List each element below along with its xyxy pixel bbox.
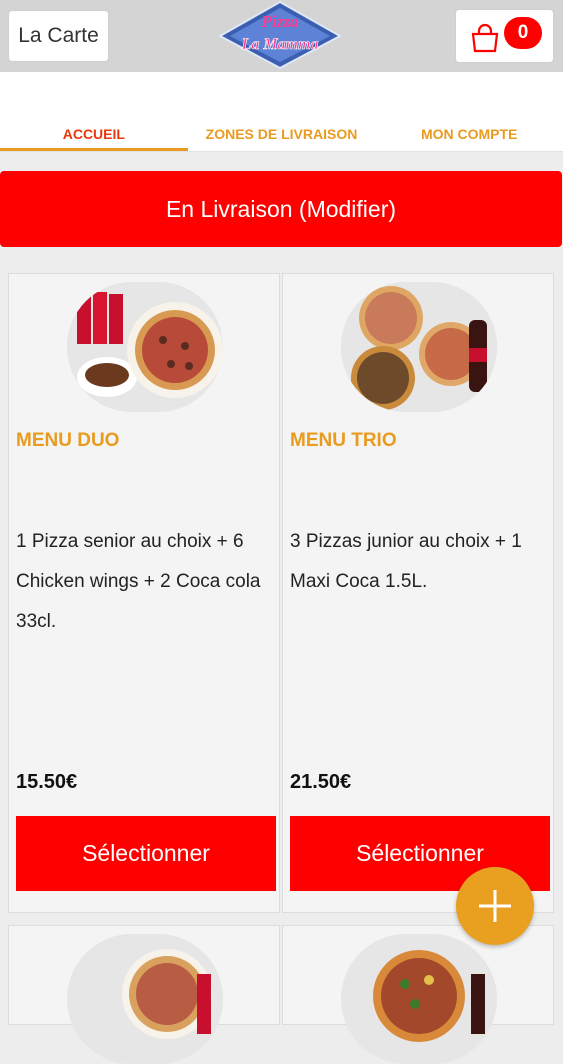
menu-la-carte-button[interactable]: La Carte — [8, 10, 109, 62]
logo-text-bottom: La Mamma — [241, 36, 319, 53]
add-floating-button[interactable] — [456, 867, 534, 945]
top-bar: La Carte Pizza La Mamma 0 — [0, 0, 563, 72]
product-image — [67, 282, 223, 412]
logo-text-top: Pizza — [261, 12, 299, 31]
tab-mon-compte[interactable]: MON COMPTE — [375, 116, 563, 151]
product-image — [341, 282, 497, 412]
product-image — [67, 934, 223, 1064]
product-card: MENU DUO 1 Pizza senior au choix + 6 Chi… — [8, 273, 280, 913]
main-tabs: ACCUEIL ZONES DE LIVRAISON MON COMPTE — [0, 116, 563, 152]
cart-button[interactable]: 0 — [455, 9, 554, 63]
shopping-bag-icon — [471, 23, 499, 53]
product-description: 1 Pizza senior au choix + 6 Chicken wing… — [16, 531, 261, 632]
tab-zones-de-livraison[interactable]: ZONES DE LIVRAISON — [188, 116, 376, 151]
cart-count-badge: 0 — [504, 17, 542, 49]
product-title: MENU DUO — [16, 430, 120, 451]
delivery-mode-button[interactable]: En Livraison (Modifier) — [0, 171, 562, 247]
pizza-la-mamma-logo[interactable]: Pizza La Mamma — [218, 0, 342, 70]
product-price: 15.50€ — [16, 771, 78, 793]
tab-accueil[interactable]: ACCUEIL — [0, 116, 188, 151]
product-description: 3 Pizzas junior au choix + 1 Maxi Coca 1… — [290, 531, 522, 592]
select-button[interactable]: Sélectionner — [16, 816, 276, 891]
product-card: MENU TRIO 3 Pizzas junior au choix + 1 M… — [282, 273, 554, 913]
product-price: 21.50€ — [290, 771, 352, 793]
product-image — [341, 934, 497, 1064]
product-card — [8, 925, 280, 1064]
plus-icon — [479, 890, 511, 922]
product-title: MENU TRIO — [290, 430, 397, 451]
